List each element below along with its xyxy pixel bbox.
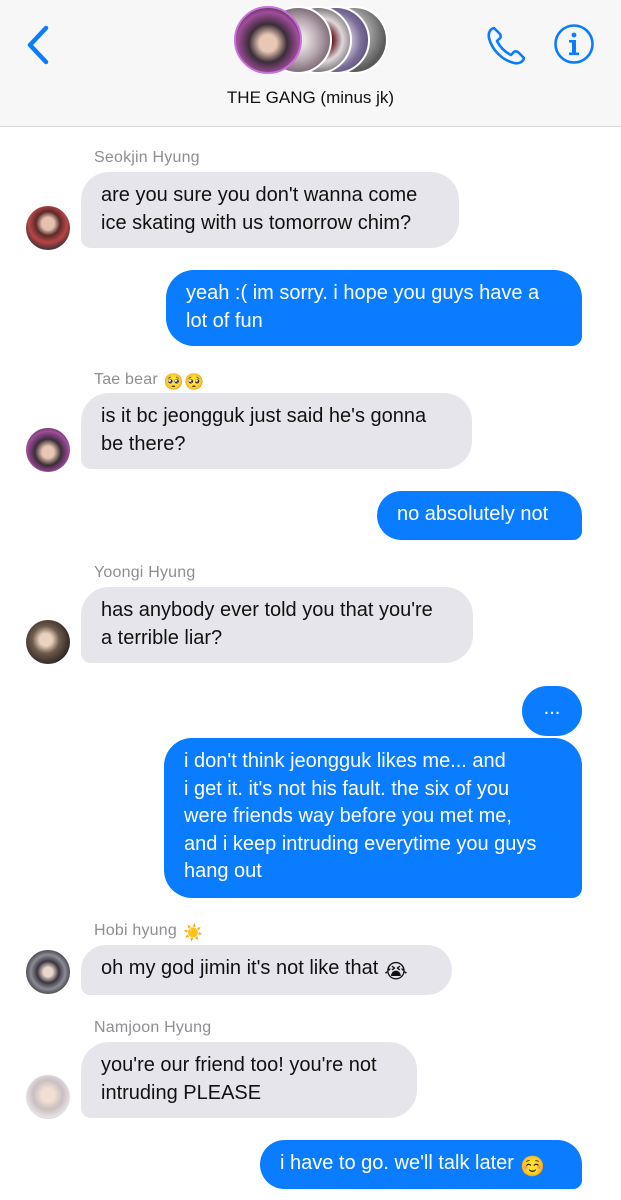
message-text: is it bc jeongguk just said he's gonna bbox=[101, 405, 427, 427]
message-text: were friends way before you met me, bbox=[184, 805, 512, 827]
sender-name: Yoongi Hyung bbox=[94, 564, 196, 581]
message-text: ice skating with us tomorrow chim? bbox=[101, 211, 412, 234]
message-text: ... bbox=[543, 697, 561, 719]
message-bubble[interactable]: i have to go. we'll talk later ☺️ bbox=[260, 1140, 582, 1189]
avatar[interactable] bbox=[26, 1075, 70, 1119]
avatar[interactable] bbox=[26, 620, 70, 664]
sender-name: Seokjin Hyung bbox=[94, 149, 200, 166]
message-bubble[interactable]: i don't think jeongguk likes me... and i… bbox=[164, 738, 582, 898]
message-text: hang out bbox=[184, 860, 262, 882]
sender-emoji: 🥺🥺 bbox=[163, 374, 205, 391]
phone-icon bbox=[487, 26, 526, 65]
sender-name: Hobi hyung ☀️ bbox=[94, 922, 203, 943]
message-line: oh my god jimin it's not like that 😭 bbox=[101, 955, 452, 987]
message-text: intruding PLEASE bbox=[101, 1081, 262, 1104]
message-bubble[interactable]: is it bc jeongguk just said he's gonna b… bbox=[81, 393, 472, 469]
message-bubble[interactable]: no absolutely not bbox=[377, 491, 582, 540]
message-text: a terrible liar? bbox=[101, 626, 223, 649]
group-member-avatar bbox=[234, 6, 302, 74]
message-emoji: 😭 bbox=[384, 961, 408, 983]
sender-name: Tae bear 🥺🥺 bbox=[94, 371, 204, 392]
message-bubble[interactable]: ... bbox=[522, 686, 582, 736]
message-text: and i keep intruding everytime you guys bbox=[184, 832, 537, 855]
message-text: has anybody ever told you that you're bbox=[101, 599, 433, 621]
message-text: yeah :( im sorry. i hope you guys have a bbox=[186, 282, 540, 304]
message-bubble[interactable]: yeah :( im sorry. i hope you guys have a… bbox=[166, 270, 582, 346]
conversation-title[interactable]: THE GANG (minus jk) bbox=[0, 88, 621, 108]
message-bubble[interactable]: oh my god jimin it's not like that 😭 bbox=[81, 945, 452, 995]
group-avatar-stack[interactable] bbox=[234, 6, 388, 76]
back-button[interactable] bbox=[22, 24, 58, 66]
message-text: i get it. it's not his fault. the six of… bbox=[184, 777, 510, 800]
message-bubble[interactable]: you're our friend too! you're not intrud… bbox=[81, 1042, 417, 1118]
message-text: i don't think jeongguk likes me... and bbox=[184, 750, 506, 772]
sender-name: Namjoon Hyung bbox=[94, 1019, 212, 1036]
message-bubble[interactable]: has anybody ever told you that you're a … bbox=[81, 587, 473, 663]
avatar[interactable] bbox=[26, 950, 70, 994]
conversation-header: THE GANG (minus jk) bbox=[0, 0, 621, 127]
message-text: i have to go. we'll talk later bbox=[280, 1152, 514, 1174]
message-line: i have to go. we'll talk later ☺️ bbox=[280, 1150, 582, 1182]
message-bubble[interactable]: are you sure you don't wanna come ice sk… bbox=[81, 172, 459, 248]
sender-name-text: Tae bear bbox=[94, 371, 158, 388]
message-text: are you sure you don't wanna come bbox=[101, 184, 418, 206]
message-text: no absolutely not bbox=[397, 503, 549, 525]
message-text: you're our friend too! you're not bbox=[101, 1054, 377, 1076]
sender-name-text: Hobi hyung bbox=[94, 922, 177, 939]
chevron-left-icon bbox=[27, 25, 49, 65]
avatar[interactable] bbox=[26, 206, 70, 250]
chat-screen: THE GANG (minus jk) Seokjin Hyung are yo… bbox=[0, 0, 621, 1200]
details-button[interactable] bbox=[553, 23, 595, 65]
message-text: oh my god jimin it's not like that bbox=[101, 957, 379, 979]
message-emoji: ☺️ bbox=[519, 1156, 545, 1178]
message-text: lot of fun bbox=[186, 309, 263, 332]
call-button[interactable] bbox=[484, 24, 528, 68]
message-text: be there? bbox=[101, 432, 186, 455]
info-icon bbox=[554, 24, 594, 64]
avatar[interactable] bbox=[26, 428, 70, 472]
sender-emoji: ☀️ bbox=[182, 925, 204, 942]
